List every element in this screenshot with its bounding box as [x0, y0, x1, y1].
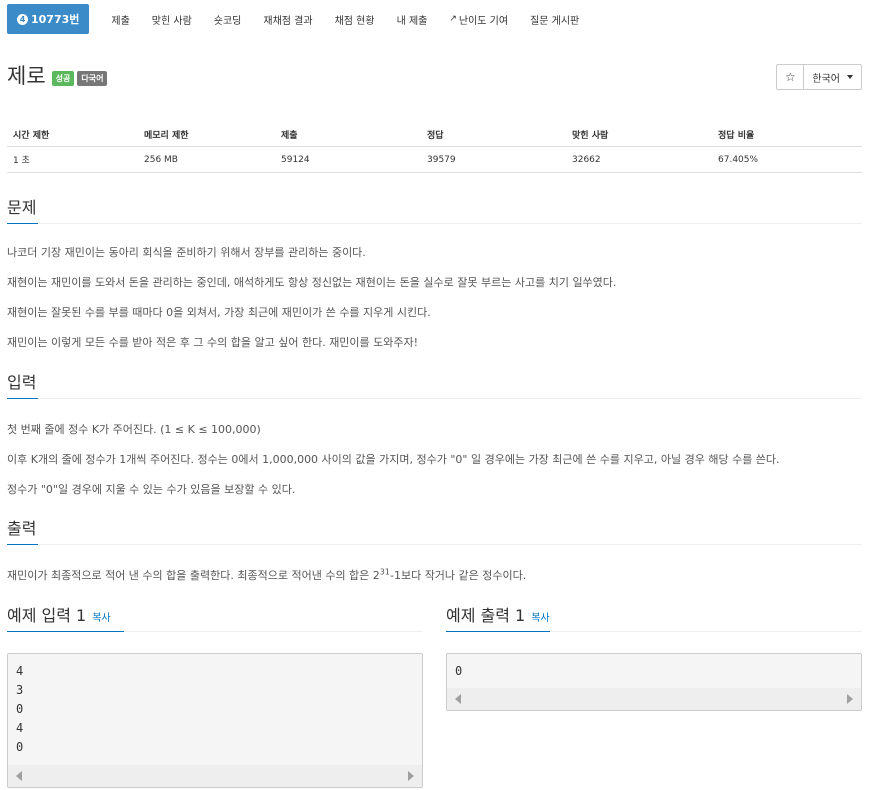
section-header: 입력 — [7, 371, 862, 399]
input-section: 입력 첫 번째 줄에 정수 K가 주어진다. (1 ≤ K ≤ 100,000)… — [7, 371, 862, 505]
scroll-left-icon[interactable] — [16, 771, 22, 781]
info-table-header: 시간 제한 메모리 제한 제출 정답 맞힌 사람 정답 비율 — [7, 122, 862, 147]
section-underline — [7, 544, 38, 545]
header-ratio: 정답 비율 — [718, 130, 755, 141]
title-actions: ☆ 한국어 — [776, 64, 862, 90]
nav-question-board[interactable]: 질문 게시판 — [530, 12, 579, 27]
sample-output-box[interactable]: 0 — [446, 653, 862, 711]
language-dropdown[interactable]: 한국어 — [804, 64, 862, 90]
sample-line: 4 — [16, 721, 24, 735]
scroll-left-icon[interactable] — [455, 694, 461, 704]
nav-short-coding[interactable]: 숏코딩 — [214, 12, 242, 27]
section-header: 문제 — [7, 196, 862, 224]
tier-icon: 4 — [17, 13, 28, 25]
paragraph: 재민이가 최종적으로 적어 낸 수의 합을 출력한다. 최종적으로 적어낸 수의… — [7, 561, 862, 591]
header-memory-limit: 메모리 제한 — [144, 130, 189, 141]
section-underline — [446, 631, 550, 632]
section-header: 출력 — [7, 517, 862, 545]
horizontal-scrollbar[interactable] — [447, 688, 861, 710]
sample-line: 0 — [455, 664, 463, 678]
header-submissions: 제출 — [281, 130, 298, 141]
sample-input-section: 예제 입력 1 복사 — [7, 604, 423, 632]
description-section: 문제 나코더 기장 재민이는 동아리 회식을 준비하기 위해서 장부를 관리하는… — [7, 196, 862, 358]
nav-submit[interactable]: 제출 — [111, 12, 129, 27]
value-ratio: 67.405% — [718, 154, 759, 165]
sample-output-content: 0 — [447, 654, 861, 681]
sample-title-wrap: 예제 출력 1 복사 — [446, 604, 862, 631]
output-text-before: 재민이가 최종적으로 적어 낸 수의 합을 출력한다. 최종적으로 적어낸 수의… — [7, 569, 380, 582]
header-time-limit: 시간 제한 — [13, 130, 50, 141]
output-body: 재민이가 최종적으로 적어 낸 수의 합을 출력한다. 최종적으로 적어낸 수의… — [7, 545, 862, 591]
nav-difficulty-label: 난이도 기여 — [458, 15, 509, 27]
section-underline — [7, 398, 38, 399]
section-underline — [7, 223, 38, 224]
nav-problem-number[interactable]: 4 10773번 — [7, 4, 90, 34]
star-button[interactable]: ☆ — [776, 64, 805, 90]
sample-output-section: 예제 출력 1 복사 — [446, 604, 862, 632]
paragraph: 재현이는 재민이를 도와서 돈을 관리하는 중인데, 애석하게도 항상 정신없는… — [7, 276, 617, 289]
paragraph: 재민이는 이렇게 모든 수를 받아 적은 후 그 수의 합을 알고 싶어 한다.… — [7, 336, 419, 349]
problem-info-table: 시간 제한 메모리 제한 제출 정답 맞힌 사람 정답 비율 1 초 256 M… — [7, 122, 862, 173]
problem-title-row: 제로 성공 다국어 — [7, 63, 108, 89]
value-memory-limit: 256 MB — [144, 154, 178, 165]
value-time-limit: 1 초 — [13, 156, 30, 166]
sample-input-title: 예제 입력 1 — [7, 606, 87, 625]
star-icon: ☆ — [785, 70, 796, 84]
horizontal-scrollbar[interactable] — [8, 765, 422, 787]
nav-status[interactable]: 채점 현황 — [335, 12, 375, 27]
sample-input-box[interactable]: 4 3 0 4 0 — [7, 653, 423, 788]
paragraph: 재현이는 잘못된 수를 부를 때마다 0을 외쳐서, 가장 최근에 재민이가 쓴… — [7, 306, 431, 319]
caret-down-icon — [847, 75, 853, 79]
paragraph: 첫 번째 줄에 정수 K가 주어진다. (1 ≤ K ≤ 100,000) — [7, 423, 261, 436]
sample-line: 0 — [16, 740, 24, 754]
output-exponent: 31 — [379, 567, 390, 577]
output-text-after: -1보다 작거나 같은 정수이다. — [389, 569, 527, 582]
section-title: 출력 — [7, 519, 37, 538]
sample-line: 4 — [16, 664, 24, 678]
problem-number: 10773번 — [31, 13, 80, 26]
section-header: 예제 출력 1 복사 — [446, 604, 862, 632]
problem-nav: 4 10773번 제출 맞힌 사람 숏코딩 재채점 결과 채점 현황 내 제출 … — [7, 4, 579, 34]
success-badge: 성공 — [51, 71, 75, 86]
language-label: 한국어 — [812, 73, 840, 85]
paragraph: 나코더 기장 재민이는 동아리 회식을 준비하기 위해서 장부를 관리하는 중이… — [7, 246, 366, 259]
nav-solved-users[interactable]: 맞힌 사람 — [152, 12, 192, 27]
value-submissions: 59124 — [281, 154, 310, 165]
paragraph: 정수가 "0"일 경우에 지울 수 있는 수가 있음을 보장할 수 있다. — [7, 483, 296, 496]
sample-line: 3 — [16, 683, 24, 697]
sample-input-content: 4 3 0 4 0 — [8, 654, 422, 757]
input-body: 첫 번째 줄에 정수 K가 주어진다. (1 ≤ K ≤ 100,000) 이후… — [7, 399, 862, 505]
sample-line: 0 — [16, 702, 24, 716]
scroll-right-icon[interactable] — [408, 771, 414, 781]
header-accepted: 정답 — [427, 130, 444, 141]
multilang-badge: 다국어 — [77, 71, 108, 86]
nav-difficulty-contribution[interactable]: ↗ 난이도 기여 — [449, 12, 508, 27]
paragraph: 이후 K개의 줄에 정수가 1개씩 주어진다. 정수는 0에서 1,000,00… — [7, 453, 780, 466]
value-accepted: 39579 — [427, 154, 456, 165]
section-header: 예제 입력 1 복사 — [7, 604, 423, 632]
sample-title-wrap: 예제 입력 1 복사 — [7, 604, 423, 631]
value-solved: 32662 — [572, 154, 601, 165]
output-section: 출력 재민이가 최종적으로 적어 낸 수의 합을 출력한다. 최종적으로 적어낸… — [7, 517, 862, 591]
section-title: 입력 — [7, 373, 37, 392]
scroll-right-icon[interactable] — [847, 694, 853, 704]
description-body: 나코더 기장 재민이는 동아리 회식을 준비하기 위해서 장부를 관리하는 중이… — [7, 224, 862, 358]
nav-my-submissions[interactable]: 내 제출 — [397, 12, 428, 27]
copy-input-link[interactable]: 복사 — [92, 607, 110, 631]
section-underline — [7, 631, 124, 632]
section-title: 문제 — [7, 198, 37, 217]
external-link-icon: ↗ — [449, 14, 457, 24]
header-solved: 맞힌 사람 — [572, 130, 609, 141]
copy-output-link[interactable]: 복사 — [531, 607, 549, 631]
nav-rejudge[interactable]: 재채점 결과 — [263, 12, 312, 27]
table-row: 1 초 256 MB 59124 39579 32662 67.405% — [7, 147, 862, 173]
page-title: 제로 — [7, 64, 46, 88]
sample-output-title: 예제 출력 1 — [446, 606, 526, 625]
